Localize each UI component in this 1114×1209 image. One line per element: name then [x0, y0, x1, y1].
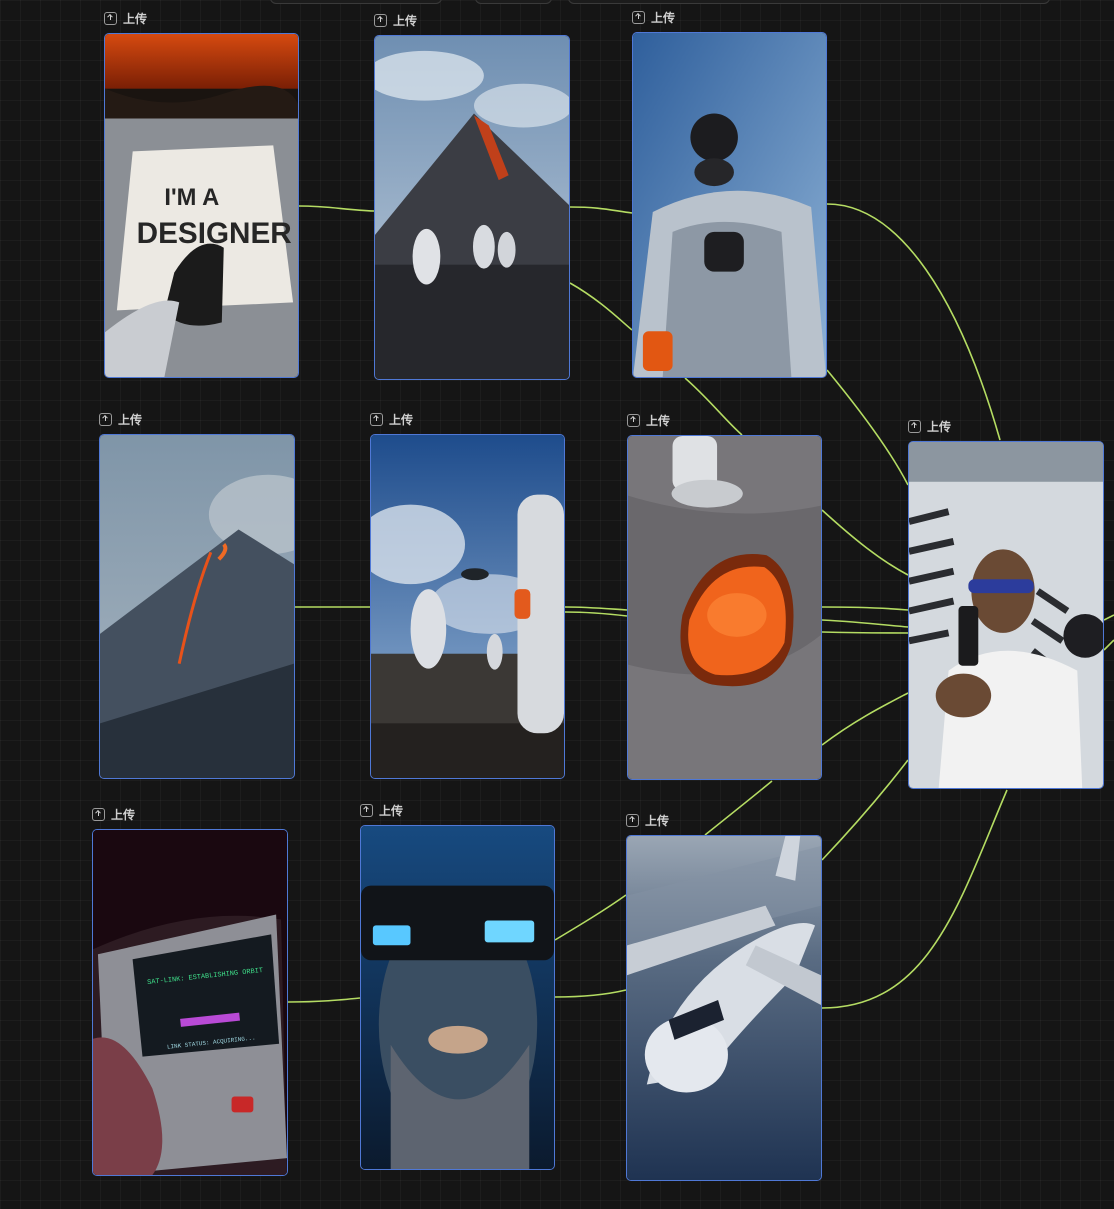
upload-label: 上传	[118, 412, 143, 427]
upload-node-1[interactable]: 上传 I'M A DESIGNER	[104, 11, 299, 378]
edge	[298, 205, 375, 212]
toolbar-pill[interactable]	[568, 0, 1050, 4]
edge	[821, 606, 909, 611]
upload-node-3[interactable]: 上传	[632, 10, 827, 378]
upload-label: 上传	[645, 813, 670, 828]
upload-label: 上传	[393, 13, 418, 28]
edge	[821, 619, 909, 628]
cargo-plane-photo[interactable]	[626, 835, 822, 1181]
volcano-hikers-photo[interactable]	[374, 35, 570, 380]
upload-node-2[interactable]: 上传	[374, 13, 570, 380]
upload-node-10[interactable]: 上传	[626, 813, 822, 1181]
edge	[287, 997, 361, 1003]
upload-header[interactable]: 上传	[360, 801, 403, 819]
upload-header[interactable]: 上传	[99, 410, 142, 428]
upload-label: 上传	[389, 412, 414, 427]
upload-icon	[626, 813, 639, 827]
upload-icon	[374, 13, 387, 27]
upload-label: 上传	[379, 803, 404, 818]
edge	[554, 989, 627, 998]
upload-node-7[interactable]: 上传	[908, 419, 1104, 789]
edge	[821, 692, 909, 746]
upload-icon	[104, 11, 117, 25]
edge	[821, 759, 909, 861]
upload-icon	[908, 419, 921, 433]
edge	[821, 631, 909, 634]
sign-text-1: I'M A	[164, 184, 219, 211]
lava-pit-boot-photo[interactable]	[627, 435, 822, 780]
upload-icon	[92, 807, 105, 821]
edge	[826, 203, 1001, 441]
vr-headset-man-photo[interactable]	[360, 825, 555, 1170]
astronauts-helicopter-photo[interactable]	[370, 434, 565, 779]
edge	[1103, 614, 1114, 621]
upload-label: 上传	[123, 11, 148, 26]
upload-node-4[interactable]: 上传	[99, 412, 295, 779]
upload-label: 上传	[651, 10, 676, 25]
edge	[564, 611, 628, 617]
upload-header[interactable]: 上传	[627, 411, 670, 429]
upload-header[interactable]: 上传	[104, 9, 147, 27]
edge	[684, 377, 743, 436]
toolbar-pill[interactable]	[475, 0, 552, 4]
upload-node-6[interactable]: 上传	[627, 413, 822, 780]
top-toolbar	[0, 0, 1114, 6]
upload-node-5[interactable]: 上传	[370, 412, 565, 779]
handheld-device-photo[interactable]: SAT-LINK: ESTABLISHING ORBIT LINK STATUS…	[92, 829, 288, 1176]
upload-icon	[632, 10, 645, 24]
edge	[821, 509, 909, 576]
edge	[569, 206, 633, 214]
upload-header[interactable]: 上传	[370, 410, 413, 428]
upload-label: 上传	[927, 419, 952, 434]
upload-header[interactable]: 上传	[632, 8, 675, 26]
volcano-lava-flow-photo[interactable]	[99, 434, 295, 779]
upload-node-8[interactable]: 上传 SAT-LINK: ESTABLISHING ORBIT LINK STA…	[92, 807, 288, 1176]
edge	[554, 894, 627, 941]
upload-icon	[360, 803, 373, 817]
edge	[569, 282, 633, 331]
upload-header[interactable]: 上传	[626, 811, 669, 829]
edge	[564, 606, 628, 611]
toolbar-pill[interactable]	[270, 0, 442, 4]
upload-header[interactable]: 上传	[374, 11, 417, 29]
edge	[704, 780, 773, 836]
upload-icon	[99, 412, 112, 426]
edge	[821, 789, 1008, 1009]
upload-icon	[627, 413, 640, 427]
edge	[1103, 639, 1114, 651]
gas-mask-suit-photo[interactable]	[632, 32, 827, 378]
upload-node-9[interactable]: 上传	[360, 803, 555, 1170]
upload-label: 上传	[111, 807, 136, 822]
designer-sign-photo[interactable]: I'M A DESIGNER	[104, 33, 299, 378]
upload-header[interactable]: 上传	[908, 417, 951, 435]
upload-label: 上传	[646, 413, 671, 428]
armed-man-sunglasses-photo[interactable]	[908, 441, 1104, 789]
upload-icon	[370, 412, 383, 426]
upload-header[interactable]: 上传	[92, 805, 135, 823]
edge	[826, 369, 909, 486]
